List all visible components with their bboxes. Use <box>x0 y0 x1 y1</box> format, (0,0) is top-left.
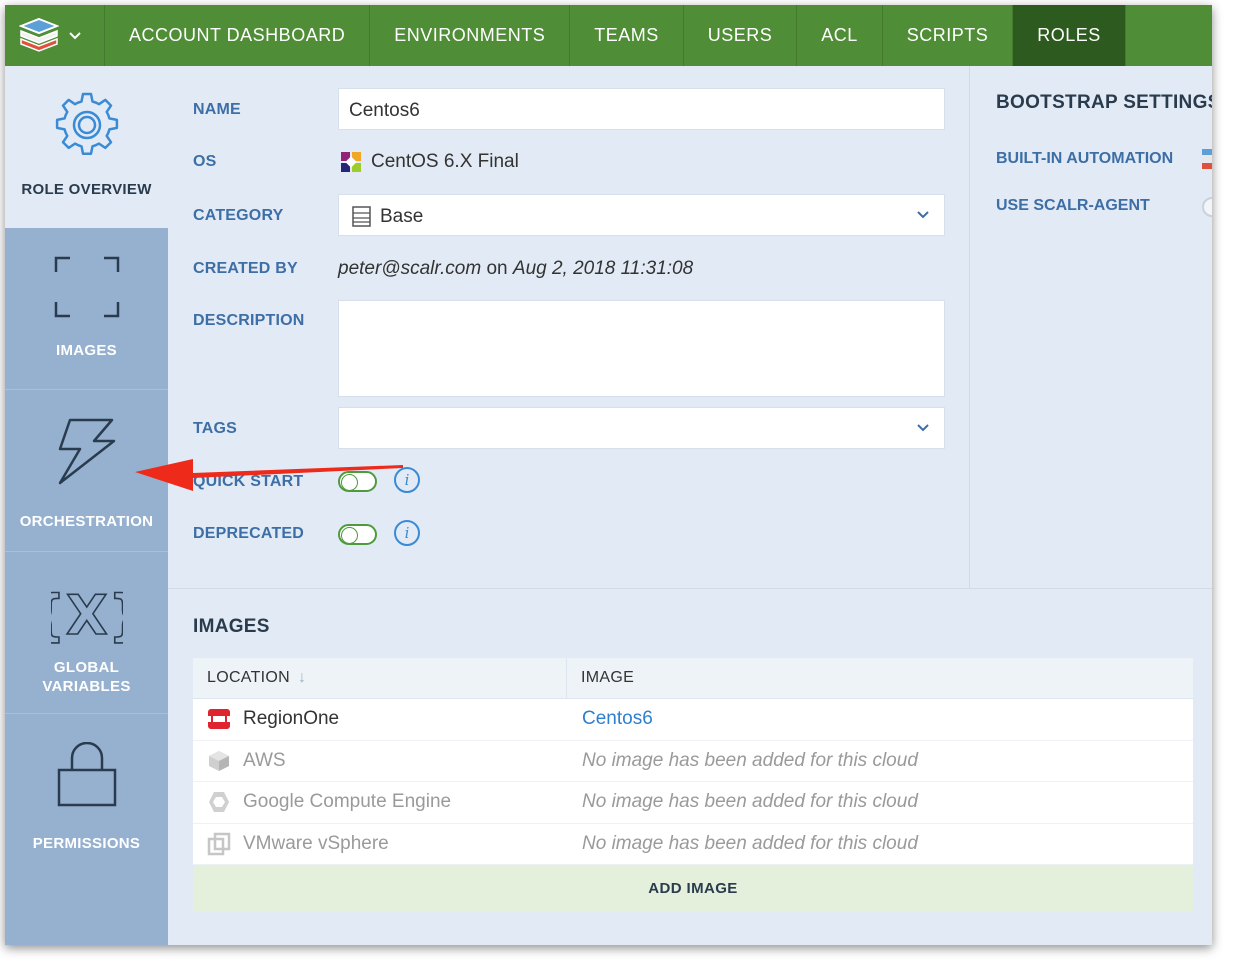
info-icon[interactable]: i <box>394 520 420 546</box>
scalr-agent-toggle[interactable] <box>1202 197 1212 217</box>
aws-icon <box>209 750 229 771</box>
add-image-button[interactable]: ADD IMAGE <box>193 865 1193 911</box>
gce-icon <box>209 792 229 813</box>
table-row[interactable]: Google Compute Engine No image has been … <box>193 782 1193 824</box>
bootstrap-settings-title: BOOTSTRAP SETTINGS <box>996 92 1212 113</box>
openstack-icon <box>208 709 230 730</box>
sidebar-item-global-variables[interactable]: {X} GLOBAL VARIABLES <box>5 552 168 714</box>
tags-select[interactable] <box>338 407 945 449</box>
variable-icon: {X} <box>51 584 123 646</box>
sidebar-item-label: IMAGES <box>56 342 117 359</box>
created-by-value: peter@scalr.com on Aug 2, 2018 11:31:08 <box>338 258 693 280</box>
image-column-header[interactable]: IMAGE <box>567 658 634 698</box>
nav-roles[interactable]: ROLES <box>1013 5 1126 66</box>
name-input[interactable]: Centos6 <box>338 88 945 130</box>
gear-icon <box>55 92 118 156</box>
chevron-down-icon <box>917 424 929 432</box>
created-by-user: peter@scalr.com <box>338 258 482 279</box>
category-select[interactable]: Base <box>338 194 945 236</box>
sidebar-item-label: ROLE OVERVIEW <box>21 181 152 198</box>
nav-account-dashboard[interactable]: ACCOUNT DASHBOARD <box>105 5 371 66</box>
frame-icon <box>54 256 119 318</box>
built-in-automation-label: BUILT-IN AUTOMATION <box>996 150 1174 167</box>
created-by-label: CREATED BY <box>193 260 298 277</box>
sidebar-item-role-overview[interactable]: ROLE OVERVIEW <box>5 66 168 228</box>
os-label: OS <box>193 153 217 170</box>
location-name: AWS <box>243 749 286 771</box>
tags-label: TAGS <box>193 420 238 437</box>
panel-divider <box>969 66 970 588</box>
images-table: LOCATION ↓ IMAGE RegionOne Centos6 AWS N… <box>193 658 1193 911</box>
os-value: CentOS 6.X Final <box>371 151 519 172</box>
images-section-title: IMAGES <box>193 616 270 637</box>
sidebar-item-images[interactable]: IMAGES <box>5 228 168 390</box>
location-name: Google Compute Engine <box>243 791 452 813</box>
no-image-text: No image has been added for this cloud <box>582 749 918 771</box>
description-label: DESCRIPTION <box>193 312 305 329</box>
app-switcher[interactable] <box>5 5 105 66</box>
no-image-text: No image has been added for this cloud <box>582 791 918 813</box>
deprecated-toggle[interactable] <box>338 524 377 545</box>
sidebar-item-permissions[interactable]: PERMISSIONS <box>5 714 168 945</box>
location-name: RegionOne <box>243 708 340 730</box>
sidebar-item-label: GLOBAL <box>53 659 120 676</box>
location-name: VMware vSphere <box>243 832 389 854</box>
name-input-value: Centos6 <box>349 100 420 121</box>
sort-arrow-icon: ↓ <box>298 669 307 686</box>
scalr-logo-icon <box>1202 149 1212 169</box>
top-navigation: ACCOUNT DASHBOARD ENVIRONMENTS TEAMS USE… <box>5 5 1212 66</box>
nav-acl[interactable]: ACL <box>797 5 883 66</box>
list-icon <box>352 206 371 227</box>
centos-icon <box>341 152 361 172</box>
nav-teams[interactable]: TEAMS <box>570 5 684 66</box>
location-column-header[interactable]: LOCATION ↓ <box>193 658 567 698</box>
created-by-date: Aug 2, 2018 11:31:08 <box>512 258 694 279</box>
name-label: NAME <box>193 101 241 118</box>
nav-scripts[interactable]: SCRIPTS <box>883 5 1014 66</box>
scalr-logo-icon <box>19 17 59 52</box>
image-link[interactable]: Centos6 <box>582 708 653 729</box>
table-row[interactable]: AWS No image has been added for this clo… <box>193 740 1193 782</box>
table-row[interactable]: RegionOne Centos6 <box>193 699 1193 741</box>
nav-users[interactable]: USERS <box>684 5 798 66</box>
location-header-label: LOCATION <box>207 669 291 686</box>
use-scalr-agent-label: USE SCALR-AGENT <box>996 197 1150 214</box>
chevron-down-icon <box>69 31 81 39</box>
section-divider <box>168 588 1212 589</box>
svg-text:{X}: {X} <box>51 584 123 646</box>
vmware-icon <box>207 832 231 855</box>
sidebar-item-label: PERMISSIONS <box>32 835 141 852</box>
lock-icon <box>57 742 116 807</box>
lightning-icon <box>58 418 115 485</box>
nav-filler <box>1125 5 1212 66</box>
no-image-text: No image has been added for this cloud <box>582 832 918 854</box>
category-value: Base <box>380 206 424 227</box>
description-textarea[interactable] <box>338 300 945 397</box>
table-header: LOCATION ↓ IMAGE <box>193 658 1193 699</box>
sidebar-item-label: VARIABLES <box>42 678 131 695</box>
annotation-arrow-icon <box>135 459 403 491</box>
created-by-on: on <box>486 258 508 279</box>
nav-environments[interactable]: ENVIRONMENTS <box>370 5 571 66</box>
chevron-down-icon <box>917 211 929 219</box>
deprecated-label: DEPRECATED <box>193 525 305 542</box>
table-row[interactable]: VMware vSphere No image has been added f… <box>193 823 1193 865</box>
category-label: CATEGORY <box>193 207 284 224</box>
app-window: ACCOUNT DASHBOARD ENVIRONMENTS TEAMS USE… <box>5 5 1212 945</box>
sidebar-item-label: ORCHESTRATION <box>19 513 154 530</box>
sidebar: ROLE OVERVIEW IMAGES ORCHESTRATION {X} G… <box>5 66 168 945</box>
